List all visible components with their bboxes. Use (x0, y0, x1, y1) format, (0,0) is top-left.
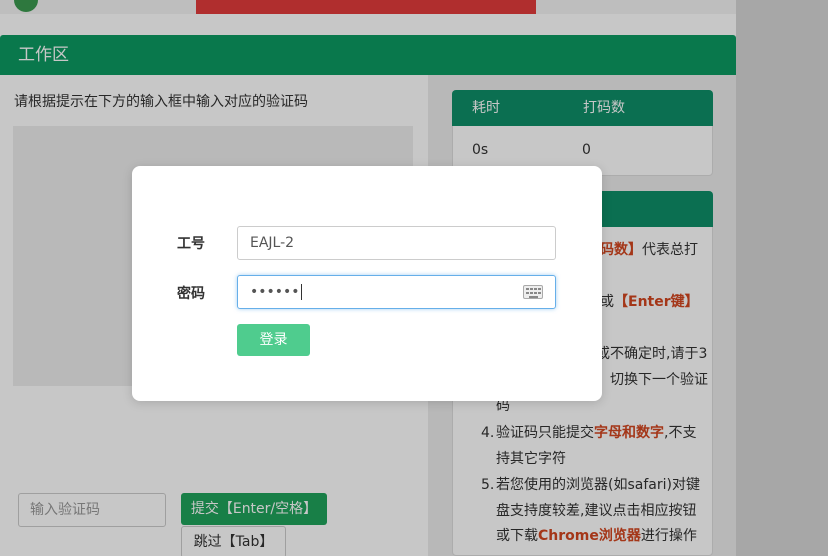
password-label: 密码 (177, 286, 205, 302)
employee-id-field[interactable]: EAJL-2 (237, 226, 556, 260)
keyboard-icon[interactable] (523, 285, 543, 299)
employee-id-value: EAJL-2 (250, 235, 295, 251)
password-field[interactable]: •••••• (237, 275, 556, 309)
password-value: •••••• (250, 284, 300, 300)
text-caret (300, 284, 302, 300)
login-button[interactable]: 登录 (237, 324, 310, 356)
login-dialog: 工号 EAJL-2 密码 •••••• 登录 (132, 166, 602, 401)
employee-id-label: 工号 (177, 236, 205, 252)
